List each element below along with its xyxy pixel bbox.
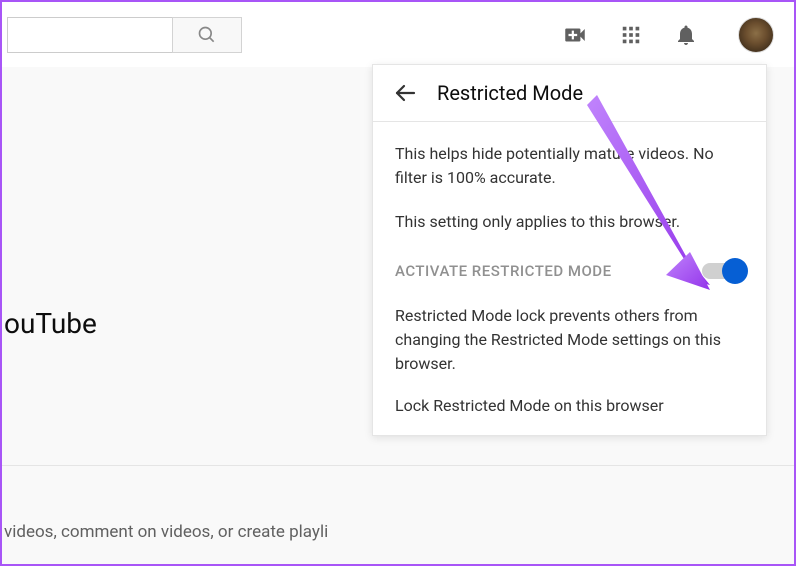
divider [2,465,794,466]
header-bar [2,2,794,67]
arrow-left-icon [393,81,417,105]
search-container [7,17,242,53]
restricted-mode-panel: Restricted Mode This helps hide potentia… [372,64,767,436]
toggle-label: ACTIVATE RESTRICTED MODE [395,262,612,280]
restricted-mode-toggle[interactable] [702,263,744,279]
search-icon [197,25,217,45]
search-input[interactable] [7,17,172,53]
toggle-row: ACTIVATE RESTRICTED MODE [395,262,744,280]
apps-button[interactable] [620,24,642,46]
back-button[interactable] [393,81,417,105]
page-title: ouTube [4,307,97,340]
header-icons [562,17,774,53]
search-button[interactable] [172,17,242,53]
bell-icon [674,23,698,47]
notifications-button[interactable] [674,23,698,47]
panel-header: Restricted Mode [373,65,766,122]
toggle-knob [722,258,748,284]
panel-title: Restricted Mode [437,81,583,105]
avatar[interactable] [738,17,774,53]
description-text-2: This setting only applies to this browse… [395,210,744,234]
grid-icon [620,24,642,46]
lock-description: Restricted Mode lock prevents others fro… [395,304,744,376]
page-subtext: videos, comment on videos, or create pla… [4,522,328,542]
lock-restricted-mode-link[interactable]: Lock Restricted Mode on this browser [395,396,744,415]
video-plus-icon [562,22,588,48]
create-button[interactable] [562,22,588,48]
panel-body: This helps hide potentially mature video… [373,122,766,435]
description-text-1: This helps hide potentially mature video… [395,142,744,190]
